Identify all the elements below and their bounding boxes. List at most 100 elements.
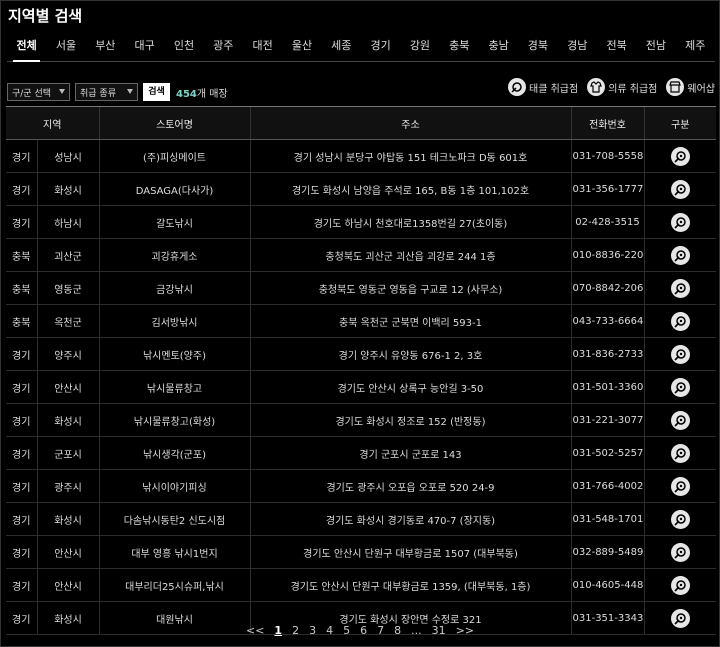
cell-store: 낚시생각(군포) xyxy=(98,436,250,470)
cell-address: 경기도 화성시 경기동로 470-7 (장지동) xyxy=(249,502,571,536)
cell-phone: 02-428-3515 xyxy=(570,205,644,239)
header-phone: 전화번호 xyxy=(570,106,644,140)
pager-page[interactable]: 5 xyxy=(343,624,350,637)
cell-store: 갈도낚시 xyxy=(98,205,250,239)
tab-4[interactable]: 인천 xyxy=(164,35,203,61)
tab-9[interactable]: 경기 xyxy=(361,35,400,61)
legend-clothing: 의류 취급점 xyxy=(587,78,657,96)
pager-page[interactable]: 3 xyxy=(309,624,316,637)
search-button[interactable]: 검색 xyxy=(143,83,170,101)
table-row[interactable]: 경기 성남시 (주)피싱메이트 경기 성남시 분당구 야탑동 151 테크노파크 D동… xyxy=(6,139,716,173)
pager-page[interactable]: ... xyxy=(411,624,422,637)
cell-store: 낚시물류창고 xyxy=(98,370,250,404)
table-row[interactable]: 충북 영동군 금강낚시 충청북도 영동군 영동읍 구교로 12 (사무소) 070-88… xyxy=(6,271,716,305)
cell-city: 옥천군 xyxy=(36,304,99,338)
cell-province: 경기 xyxy=(6,436,37,470)
tab-15[interactable]: 전북 xyxy=(597,35,636,61)
table-row[interactable]: 충북 괴산군 괴강휴게소 충청북도 괴산군 괴산읍 괴강로 244 1층 010-883… xyxy=(6,238,716,272)
cell-address: 경기도 안산시 상록구 능안길 3-50 xyxy=(249,370,571,404)
table-row[interactable]: 경기 안산시 대부리더25시슈퍼,낚시 경기도 안산시 단원구 대부황금로 1359,… xyxy=(6,568,716,602)
cell-phone: 031-501-3360 xyxy=(570,370,644,404)
table-row[interactable]: 경기 화성시 낚시물류창고(화성) 경기도 화성시 정조로 152 (반정동) 031-… xyxy=(6,403,716,437)
cell-store: 낚시이야기피싱 xyxy=(98,469,250,503)
tab-13[interactable]: 경북 xyxy=(518,35,557,61)
tab-7[interactable]: 울산 xyxy=(282,35,321,61)
filter-bar: 구/군 선택 취급 종류 검색 454개 매장 xyxy=(7,82,228,102)
cell-type xyxy=(643,172,716,206)
pager-page[interactable]: 6 xyxy=(360,624,367,637)
cell-province: 경기 xyxy=(6,535,37,569)
cell-address: 경기도 안산시 단원구 대부황금로 1507 (대부북동) xyxy=(249,535,571,569)
tab-3[interactable]: 대구 xyxy=(125,35,164,61)
header-store: 스토어명 xyxy=(98,106,250,140)
tab-12[interactable]: 충남 xyxy=(479,35,518,61)
table-row[interactable]: 경기 양주시 낚시멘토(양주) 경기 양주시 유양동 676-1 2, 3호 031-8… xyxy=(6,337,716,371)
cell-province: 경기 xyxy=(6,568,37,602)
table-row[interactable]: 경기 안산시 대부 영흥 낚시1번지 경기도 안산시 단원구 대부황금로 1507 (… xyxy=(6,535,716,569)
table-row[interactable]: 경기 화성시 DASAGA(다사가) 경기도 화성시 남양읍 주석로 165, B동 … xyxy=(6,172,716,206)
pager-page[interactable]: 7 xyxy=(377,624,384,637)
table-row[interactable]: 경기 안산시 낚시물류창고 경기도 안산시 상록구 능안길 3-50 031-501-3… xyxy=(6,370,716,404)
pager-page[interactable]: 8 xyxy=(394,624,401,637)
cell-city: 성남시 xyxy=(36,139,99,173)
reel-icon xyxy=(670,476,690,496)
tab-10[interactable]: 강원 xyxy=(400,35,439,61)
tab-5[interactable]: 광주 xyxy=(204,35,243,61)
pager-page[interactable]: 1 xyxy=(274,624,282,637)
reel-icon xyxy=(670,509,690,529)
reel-icon xyxy=(670,344,690,364)
pager-page[interactable]: 4 xyxy=(326,624,333,637)
pager-page[interactable]: 2 xyxy=(292,624,299,637)
cell-store: 낚시물류창고(화성) xyxy=(98,403,250,437)
cell-province: 충북 xyxy=(6,271,37,305)
reel-icon xyxy=(670,212,690,232)
cell-city: 군포시 xyxy=(36,436,99,470)
pager-page[interactable]: 31 xyxy=(432,624,446,637)
cell-phone: 031-548-1701 xyxy=(570,502,644,536)
cell-type xyxy=(643,205,716,239)
cell-city: 하남시 xyxy=(36,205,99,239)
cell-type xyxy=(643,568,716,602)
cell-address: 경기 군포시 군포로 143 xyxy=(249,436,571,470)
legend: 태클 취급점 의류 취급점 웨어샵 xyxy=(499,78,715,96)
tab-1[interactable]: 서울 xyxy=(46,35,85,61)
tab-0[interactable]: 전체 xyxy=(7,35,46,62)
cell-address: 충북 옥천군 군북면 이백리 593-1 xyxy=(249,304,571,338)
tab-11[interactable]: 충북 xyxy=(440,35,479,61)
tab-17[interactable]: 제주 xyxy=(676,35,715,61)
pager-prev[interactable]: << xyxy=(246,624,264,637)
store-table: 지역 스토어명 주소 전화번호 구분 경기 성남시 (주)피싱메이트 경기 성남시 분… xyxy=(6,106,716,635)
tab-14[interactable]: 경남 xyxy=(558,35,597,61)
cell-city: 화성시 xyxy=(36,403,99,437)
cell-phone: 010-8836-2204 xyxy=(570,238,644,272)
cell-city: 괴산군 xyxy=(36,238,99,272)
type-select[interactable]: 취급 종류 xyxy=(75,83,138,101)
district-select[interactable]: 구/군 선택 xyxy=(7,83,70,101)
table-row[interactable]: 경기 화성시 다솜낚시동탄2 신도시점 경기도 화성시 경기동로 470-7 (장지동… xyxy=(6,502,716,536)
tab-6[interactable]: 대전 xyxy=(243,35,282,61)
cell-type xyxy=(643,436,716,470)
cell-type xyxy=(643,337,716,371)
cell-phone: 032-889-5489 xyxy=(570,535,644,569)
cell-phone: 070-8842-2060 xyxy=(570,271,644,305)
tab-2[interactable]: 부산 xyxy=(86,35,125,61)
legend-tackle: 태클 취급점 xyxy=(508,78,578,96)
tab-8[interactable]: 세종 xyxy=(322,35,361,61)
cell-store: 낚시멘토(양주) xyxy=(98,337,250,371)
header-type: 구분 xyxy=(643,106,716,140)
cell-address: 경기도 화성시 남양읍 주석로 165, B동 1층 101,102호 xyxy=(249,172,571,206)
table-row[interactable]: 경기 군포시 낚시생각(군포) 경기 군포시 군포로 143 031-502-5257 xyxy=(6,436,716,470)
chevron-down-icon xyxy=(127,89,133,94)
cell-province: 경기 xyxy=(6,469,37,503)
tab-16[interactable]: 전남 xyxy=(636,35,675,61)
table-row[interactable]: 경기 광주시 낚시이야기피싱 경기도 광주시 오포읍 오포로 520 24-9 031-… xyxy=(6,469,716,503)
cell-store: 다솜낚시동탄2 신도시점 xyxy=(98,502,250,536)
shirt-icon xyxy=(587,78,606,96)
table-row[interactable]: 경기 하남시 갈도낚시 경기도 하남시 천호대로1358번길 27(초이동) 02-42… xyxy=(6,205,716,239)
cell-phone: 031-708-5558 xyxy=(570,139,644,173)
reel-icon xyxy=(670,377,690,397)
reel-icon xyxy=(670,542,690,562)
table-row[interactable]: 충북 옥천군 김서방낚시 충북 옥천군 군북면 이백리 593-1 043-733-66… xyxy=(6,304,716,338)
pager-next[interactable]: >> xyxy=(456,624,474,637)
cell-phone: 031-356-1777 xyxy=(570,172,644,206)
